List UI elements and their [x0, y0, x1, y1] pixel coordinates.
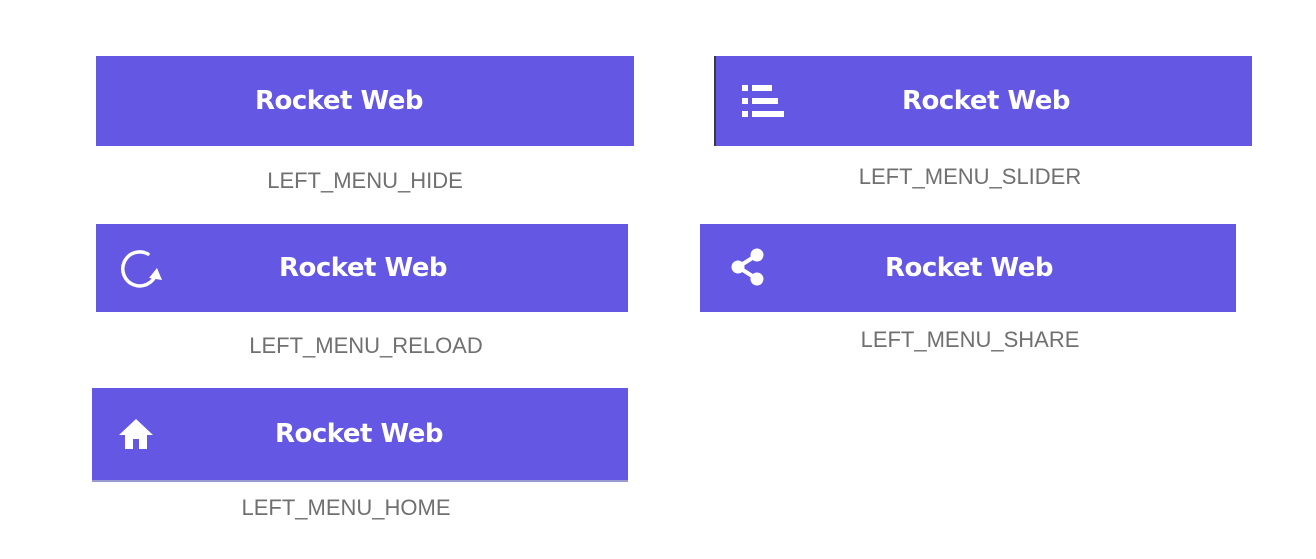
toolbar-title: Rocket Web — [885, 253, 1054, 283]
variant-caption-reload: LEFT_MENU_RELOAD — [249, 333, 483, 358]
toolbar-title: Rocket Web — [255, 86, 424, 116]
variant-caption-slider: LEFT_MENU_SLIDER — [858, 164, 1082, 189]
toolbar-left-menu-hide: Rocket Web — [96, 56, 634, 146]
toolbar-left-menu-home: Rocket Web — [92, 388, 628, 482]
toolbar-left-menu-share: Rocket Web — [700, 224, 1236, 312]
toolbar-title: Rocket Web — [275, 419, 444, 449]
variant-caption-share: LEFT_MENU_SHARE — [860, 327, 1080, 352]
toolbar-title: Rocket Web — [279, 253, 448, 283]
toolbar-title: Rocket Web — [902, 86, 1071, 116]
toolbar-left-menu-reload: Rocket Web — [96, 224, 628, 312]
variant-caption-hide: LEFT_MENU_HIDE — [267, 168, 463, 193]
variant-caption-home: LEFT_MENU_HOME — [241, 495, 451, 520]
toolbar-left-menu-slider: Rocket Web — [714, 56, 1252, 146]
